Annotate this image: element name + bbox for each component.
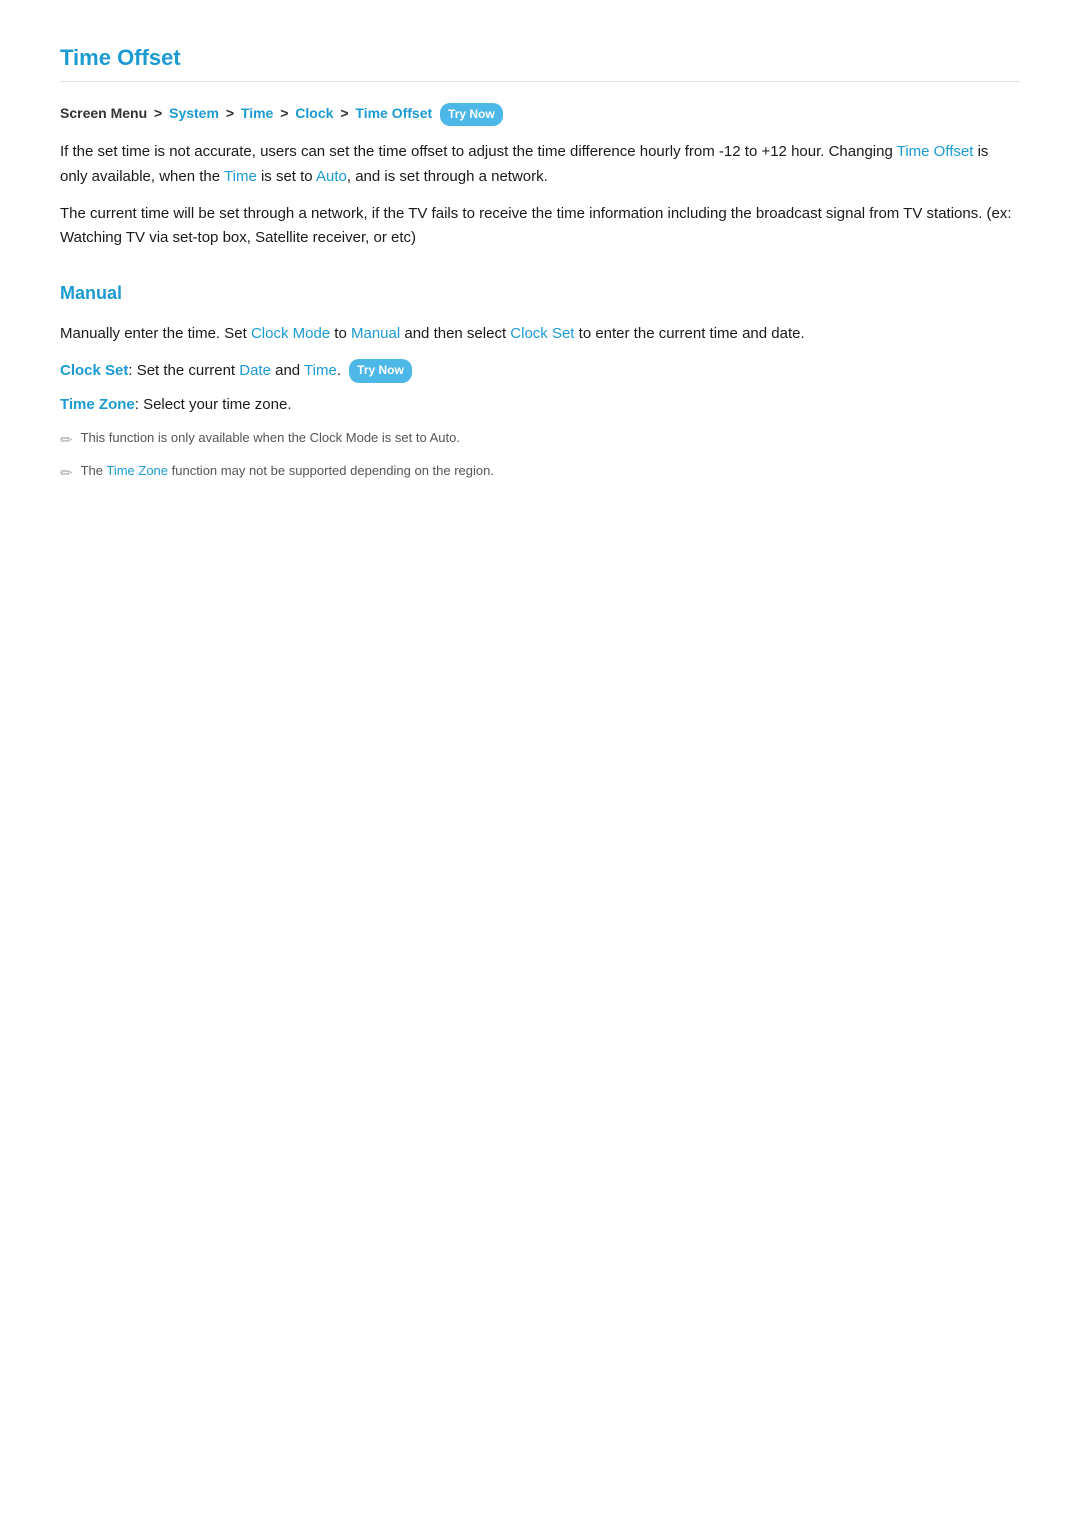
breadcrumb-time-offset[interactable]: Time Offset bbox=[355, 105, 432, 121]
manual-section-title: Manual bbox=[60, 279, 1020, 308]
pencil-icon-2: ✏ bbox=[60, 462, 73, 486]
clock-set-period: . bbox=[337, 362, 345, 379]
breadcrumb-time[interactable]: Time bbox=[241, 105, 273, 121]
notes-list: ✏ This function is only available when t… bbox=[60, 428, 1020, 486]
term-clock-set: Clock Set bbox=[60, 362, 128, 379]
highlight-time-offset: Time Offset bbox=[897, 143, 974, 160]
note-text-2: The Time Zone function may not be suppor… bbox=[81, 461, 494, 482]
note-item-1: ✏ This function is only available when t… bbox=[60, 428, 1020, 453]
breadcrumb-sep-1: > bbox=[154, 105, 166, 121]
highlight-time-2: Time bbox=[304, 362, 337, 379]
highlight-auto: Auto bbox=[316, 168, 347, 185]
intro-paragraph-2: The current time will be set through a n… bbox=[60, 202, 1020, 252]
pencil-icon-1: ✏ bbox=[60, 429, 73, 453]
page-title: Time Offset bbox=[60, 40, 1020, 82]
breadcrumb-system[interactable]: System bbox=[169, 105, 219, 121]
highlight-time: Time bbox=[224, 168, 257, 185]
note-item-2: ✏ The Time Zone function may not be supp… bbox=[60, 461, 1020, 486]
try-now-badge-breadcrumb[interactable]: Try Now bbox=[440, 103, 503, 126]
breadcrumb-screen-menu: Screen Menu bbox=[60, 105, 147, 121]
highlight-clock-set-inline: Clock Set bbox=[510, 325, 574, 342]
manual-paragraph: Manually enter the time. Set Clock Mode … bbox=[60, 322, 1020, 347]
breadcrumb-sep-2: > bbox=[226, 105, 238, 121]
time-zone-text: : Select your time zone. bbox=[135, 396, 292, 413]
intro-paragraph-1: If the set time is not accurate, users c… bbox=[60, 140, 1020, 190]
and-text: and bbox=[271, 362, 304, 379]
try-now-badge-clock-set[interactable]: Try Now bbox=[349, 359, 412, 383]
breadcrumb: Screen Menu > System > Time > Clock > Ti… bbox=[60, 102, 1020, 126]
highlight-date: Date bbox=[239, 362, 271, 379]
highlight-manual: Manual bbox=[351, 325, 400, 342]
breadcrumb-sep-4: > bbox=[340, 105, 352, 121]
clock-set-line: Clock Set: Set the current Date and Time… bbox=[60, 359, 1020, 384]
note-text-1: This function is only available when the… bbox=[81, 428, 460, 449]
breadcrumb-clock[interactable]: Clock bbox=[295, 105, 333, 121]
highlight-clock-mode: Clock Mode bbox=[251, 325, 330, 342]
term-time-zone: Time Zone bbox=[60, 396, 135, 413]
breadcrumb-sep-3: > bbox=[280, 105, 292, 121]
clock-set-colon: : Set the current bbox=[128, 362, 239, 379]
time-zone-line: Time Zone: Select your time zone. bbox=[60, 393, 1020, 418]
